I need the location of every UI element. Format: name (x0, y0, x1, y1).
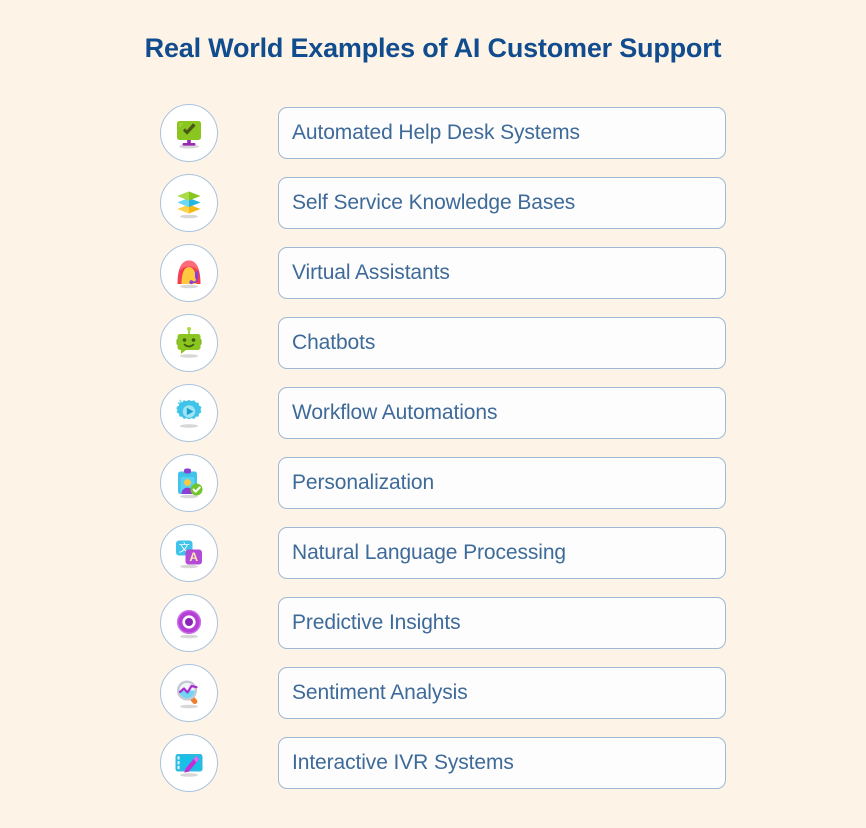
item-label: Virtual Assistants (292, 261, 450, 284)
label-box[interactable]: Sentiment Analysis (278, 667, 726, 719)
list-item[interactable]: Automated Help Desk Systems (0, 104, 866, 162)
item-label: Sentiment Analysis (292, 681, 468, 704)
item-label: Personalization (292, 471, 435, 494)
infographic-page: Real World Examples of AI Customer Suppo… (0, 0, 866, 828)
monitor-check-icon (160, 104, 218, 162)
examples-list: Automated Help Desk Systems Self Service… (0, 104, 866, 804)
page-title: Real World Examples of AI Customer Suppo… (144, 33, 722, 63)
label-box[interactable]: Self Service Knowledge Bases (278, 177, 726, 229)
item-label: Automated Help Desk Systems (292, 121, 580, 144)
gear-play-icon (160, 384, 218, 442)
item-label: Interactive IVR Systems (292, 751, 514, 774)
label-box[interactable]: Interactive IVR Systems (278, 737, 726, 789)
label-box[interactable]: Chatbots (278, 317, 726, 369)
robot-head-icon (160, 314, 218, 372)
id-badge-check-icon (160, 454, 218, 512)
list-item[interactable]: Interactive IVR Systems (0, 734, 866, 792)
touchscreen-stylus-icon (160, 734, 218, 792)
list-item[interactable]: Personalization (0, 454, 866, 512)
item-label: Self Service Knowledge Bases (292, 191, 576, 214)
stacked-layers-icon (160, 174, 218, 232)
list-item[interactable]: Predictive Insights (0, 594, 866, 652)
list-item[interactable]: Workflow Automations (0, 384, 866, 442)
label-box[interactable]: Natural Language Processing (278, 527, 726, 579)
list-item[interactable]: Chatbots (0, 314, 866, 372)
headset-agent-icon (160, 244, 218, 302)
target-circle-icon (160, 594, 218, 652)
item-label: Chatbots (292, 331, 376, 354)
label-box[interactable]: Predictive Insights (278, 597, 726, 649)
magnifier-chart-icon (160, 664, 218, 722)
svg-text:A: A (189, 550, 198, 564)
list-item[interactable]: 文 A Natural Language Processing (0, 524, 866, 582)
item-label: Natural Language Processing (292, 541, 566, 564)
label-box[interactable]: Personalization (278, 457, 726, 509)
label-box[interactable]: Virtual Assistants (278, 247, 726, 299)
translate-icon: 文 A (160, 524, 218, 582)
list-item[interactable]: Virtual Assistants (0, 244, 866, 302)
item-label: Predictive Insights (292, 611, 461, 634)
list-item[interactable]: Self Service Knowledge Bases (0, 174, 866, 232)
label-box[interactable]: Workflow Automations (278, 387, 726, 439)
label-box[interactable]: Automated Help Desk Systems (278, 107, 726, 159)
list-item[interactable]: Sentiment Analysis (0, 664, 866, 722)
item-label: Workflow Automations (292, 401, 498, 424)
